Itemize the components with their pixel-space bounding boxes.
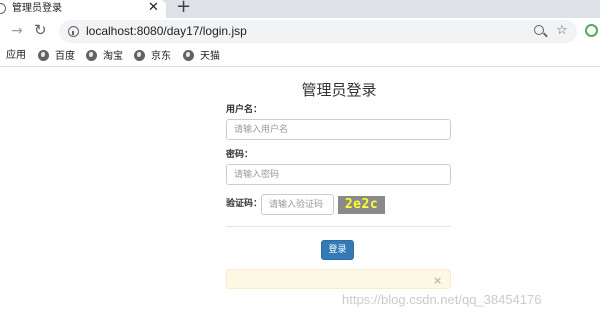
bookmark-jd[interactable]: 京东 [134, 50, 171, 63]
bookmark-tmall[interactable]: 天猫 [183, 50, 220, 63]
password-label: 密码： [226, 150, 254, 160]
zoom-icon[interactable] [534, 25, 544, 35]
extension-icon[interactable] [585, 24, 598, 37]
bookmark-label: 百度 [55, 51, 75, 62]
password-input[interactable] [226, 164, 451, 185]
tab-title: 管理员登录 [12, 3, 62, 14]
tab-close-icon[interactable]: ✕ [148, 0, 159, 16]
bookmark-label: 天猫 [200, 51, 220, 62]
bookmarks-bar: 应用 百度 淘宝 京东 天猫 [0, 45, 600, 67]
bookmark-star-icon[interactable]: ☆ [556, 23, 568, 39]
browser-toolbar: → ↻ localhost:8080/day17/login.jsp ☆ [0, 18, 600, 45]
username-input[interactable] [226, 119, 451, 140]
login-button[interactable]: 登录 [321, 240, 354, 260]
close-icon[interactable]: × [433, 275, 442, 286]
watermark-text: https://blog.csdn.net/qq_38454176 [342, 292, 542, 307]
page-title: 管理员登录 [301, 81, 377, 99]
captcha-label: 验证码： [226, 199, 263, 209]
info-icon[interactable] [68, 26, 79, 37]
captcha-input[interactable] [261, 194, 334, 215]
favicon-icon [0, 3, 6, 14]
username-label: 用户名： [226, 105, 263, 115]
form-divider [226, 226, 451, 227]
alert-box: × [226, 269, 451, 289]
bookmark-label: 京东 [151, 51, 171, 62]
globe-icon [38, 50, 49, 61]
browser-tab[interactable]: 管理员登录 ✕ [0, 0, 166, 18]
bookmark-label: 应用 [6, 50, 26, 61]
bookmark-baidu[interactable]: 百度 [38, 50, 75, 63]
globe-icon [183, 50, 194, 61]
bookmark-label: 淘宝 [103, 51, 123, 62]
bookmark-taobao[interactable]: 淘宝 [86, 50, 123, 63]
forward-arrow-icon[interactable]: → [11, 22, 23, 40]
bookmark-apps[interactable]: 应用 [6, 50, 26, 62]
globe-icon [134, 50, 145, 61]
url-text[interactable]: localhost:8080/day17/login.jsp [86, 24, 247, 39]
globe-icon [86, 50, 97, 61]
reload-icon[interactable]: ↻ [34, 21, 47, 39]
new-tab-button[interactable]: + [176, 0, 191, 17]
address-bar[interactable]: localhost:8080/day17/login.jsp ☆ [59, 20, 577, 43]
tab-strip: 管理员登录 ✕ + [0, 0, 600, 18]
captcha-image[interactable]: 2e2c [338, 196, 385, 214]
